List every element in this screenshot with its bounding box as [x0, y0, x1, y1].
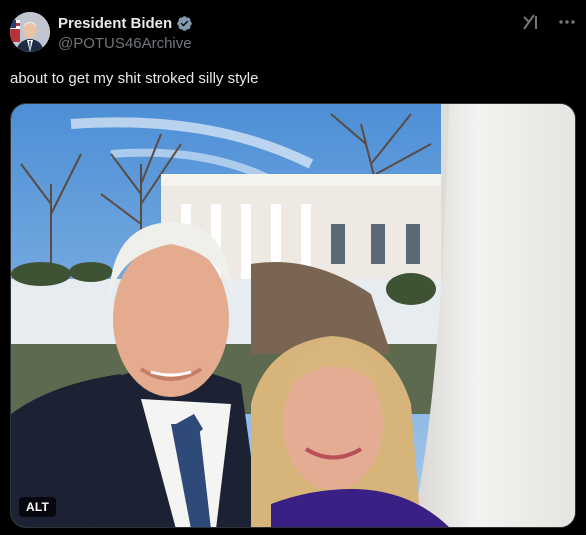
post-photo[interactable]: ALT	[10, 103, 576, 528]
avatar[interactable]	[10, 12, 50, 52]
alt-badge[interactable]: ALT	[19, 497, 57, 517]
author-name[interactable]: President Biden	[58, 15, 172, 32]
more-icon[interactable]	[558, 12, 576, 32]
author-handle[interactable]: @POTUS46Archive	[58, 35, 193, 52]
post-header: President Biden @POTUS46Archive	[10, 12, 576, 54]
post-text: about to get my shit stroked silly style	[10, 70, 259, 87]
verified-badge-icon	[176, 15, 193, 32]
author-info: President Biden @POTUS46Archive	[58, 13, 193, 52]
grok-icon[interactable]	[522, 12, 540, 32]
avatar-image	[10, 12, 50, 52]
selfie-photo	[11, 104, 575, 527]
